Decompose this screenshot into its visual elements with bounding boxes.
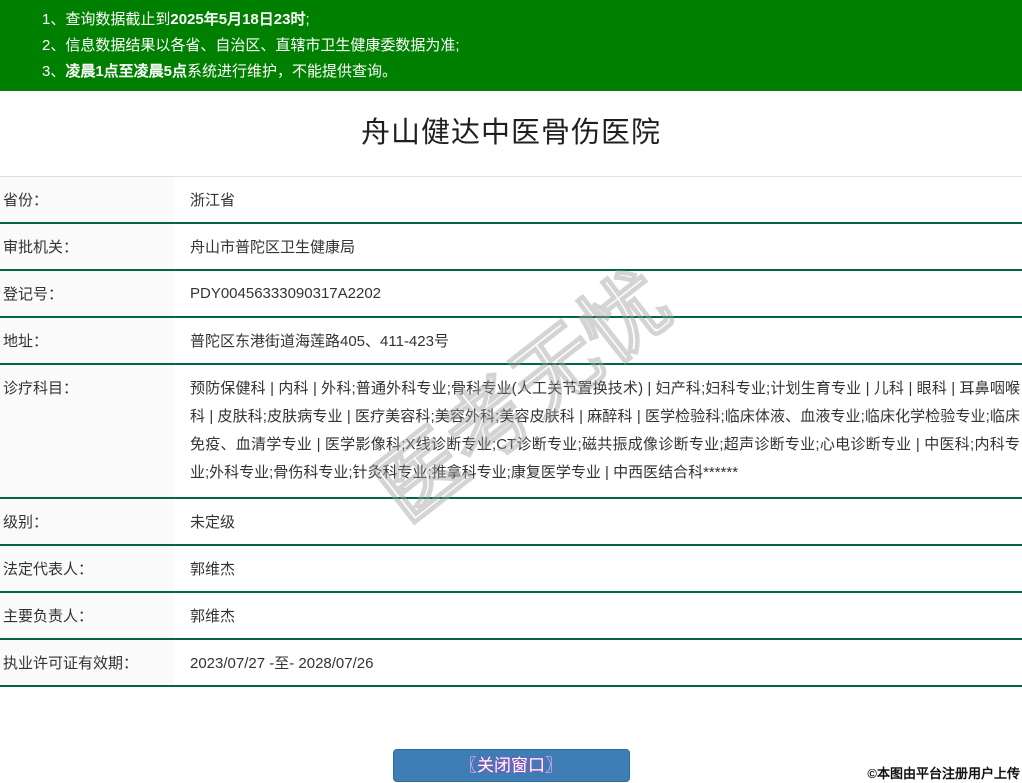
notice-2-num: 2、 [42, 37, 66, 54]
notice-line-2: 2、信息数据结果以各省、自治区、直辖市卫生健康委数据为准; [42, 33, 1012, 59]
notice-line-1: 1、查询数据截止到2025年5月18日23时; [42, 7, 1012, 33]
table-row-person-in-charge: 主要负责人： 郭维杰 [0, 593, 1022, 640]
table-row-address: 地址： 普陀区东港街道海莲路405、411-423号 [0, 318, 1022, 365]
page-title: 舟山健达中医骨伤医院 [360, 117, 661, 149]
row-label: 法定代表人： [0, 546, 174, 591]
notice-1-num: 1、 [42, 11, 66, 28]
row-value: 郭维杰 [190, 608, 236, 625]
row-label: 执业许可证有效期： [0, 640, 174, 685]
hospital-info-table: 省份： 浙江省 审批机关： 舟山市普陀区卫生健康局 登记号： PDY004563… [0, 176, 1022, 687]
row-label: 诊疗科目： [0, 365, 174, 497]
notice-1-text: 查询数据截止到 [65, 11, 171, 28]
table-row-level: 级别： 未定级 [0, 499, 1022, 546]
close-window-button[interactable]: 〖关闭窗口〗 [392, 749, 630, 782]
row-value: 舟山市普陀区卫生健康局 [190, 239, 356, 256]
row-value: 2023/07/27 -至- 2028/07/26 [190, 655, 374, 672]
row-label: 主要负责人： [0, 593, 174, 638]
table-row-legal-representative: 法定代表人： 郭维杰 [0, 546, 1022, 593]
table-row-medical-subjects: 诊疗科目： 预防保健科 | 内科 | 外科;普通外科专业;骨科专业(人工关节置换… [0, 365, 1022, 499]
query-result-page: 1、查询数据截止到2025年5月18日23时; 2、信息数据结果以各省、自治区、… [0, 0, 1022, 783]
table-row-approval-authority: 审批机关： 舟山市普陀区卫生健康局 [0, 224, 1022, 271]
notice-3-tail: 系统进行维护，不能提供查询。 [187, 63, 398, 80]
row-label: 省份： [0, 177, 174, 222]
row-value: 未定级 [190, 514, 236, 531]
notice-2-text: 信息数据结果以各省、自治区、直辖市卫生健康委数据为准; [65, 37, 460, 54]
row-value: 郭维杰 [190, 561, 236, 578]
image-credit-text: ©本图由平台注册用户上传 [867, 766, 1020, 781]
row-label: 地址： [0, 318, 174, 363]
row-value: 普陀区东港街道海莲路405、411-423号 [190, 333, 449, 350]
row-value: PDY00456333090317A2202 [190, 285, 382, 302]
notice-banner: 1、查询数据截止到2025年5月18日23时; 2、信息数据结果以各省、自治区、… [0, 0, 1022, 91]
notice-1-tail: ; [305, 11, 310, 28]
notice-line-3: 3、凌晨1点至凌晨5点系统进行维护，不能提供查询。 [42, 59, 1012, 85]
row-label: 审批机关： [0, 224, 174, 269]
row-label: 登记号： [0, 271, 174, 316]
notice-3-bold: 凌晨1点至凌晨5点 [65, 63, 188, 80]
notice-3-num: 3、 [42, 63, 66, 80]
row-label: 级别： [0, 499, 174, 544]
table-row-license-validity: 执业许可证有效期： 2023/07/27 -至- 2028/07/26 [0, 640, 1022, 687]
notice-1-bold: 2025年5月18日23时 [170, 11, 306, 28]
row-value: 浙江省 [190, 192, 236, 209]
table-row-registration-number: 登记号： PDY00456333090317A2202 [0, 271, 1022, 318]
table-row-province: 省份： 浙江省 [0, 177, 1022, 224]
row-value: 预防保健科 | 内科 | 外科;普通外科专业;骨科专业(人工关节置换技术) | … [190, 380, 1020, 481]
